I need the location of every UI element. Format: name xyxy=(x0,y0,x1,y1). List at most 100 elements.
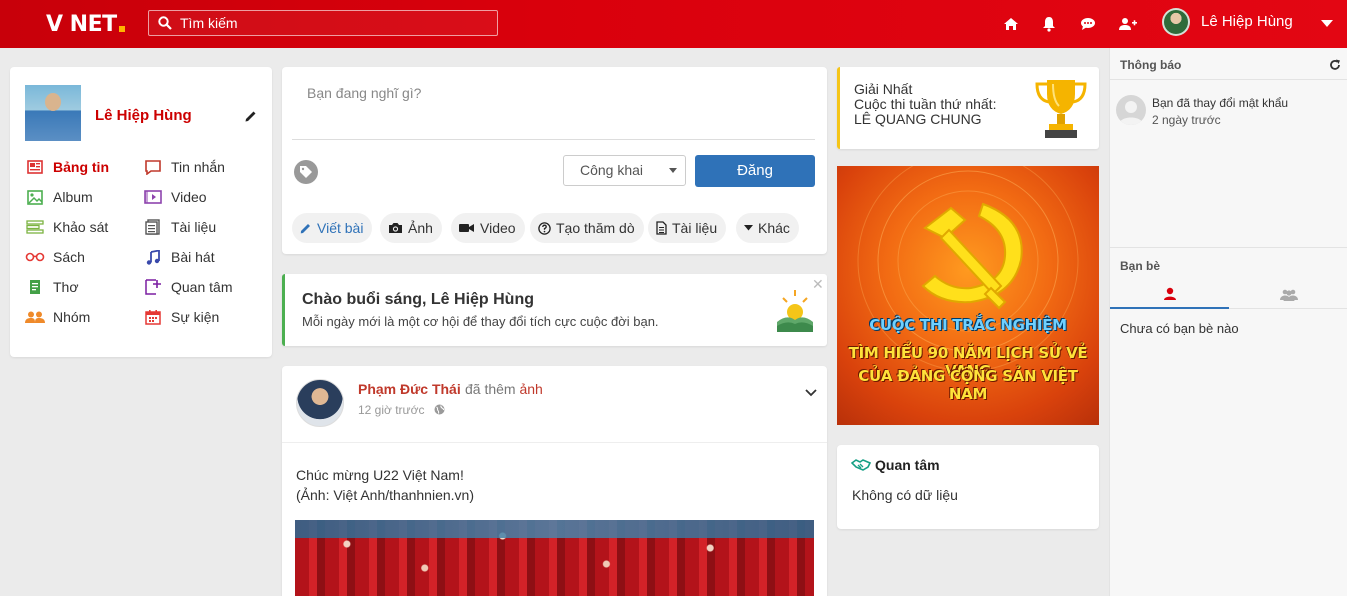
question-icon xyxy=(538,221,551,235)
banner-title-3: CỦA ĐẢNG CỘNG SẢN VIỆT NAM xyxy=(858,367,1078,403)
banner-title-1: CUỘC THI TRẮC NGHIỆM xyxy=(869,316,1067,334)
post-author-name[interactable]: Phạm Đức Thái xyxy=(358,381,461,397)
post-action-object[interactable]: ảnh xyxy=(519,381,542,397)
photo-label: Ảnh xyxy=(408,220,433,236)
caret-down-icon[interactable] xyxy=(1317,14,1337,34)
post-button[interactable]: Đăng xyxy=(695,155,815,187)
menu-poems-label: Thơ xyxy=(53,279,79,295)
tab-groups[interactable] xyxy=(1229,281,1347,309)
post-divider xyxy=(282,442,827,443)
header-user-name[interactable]: Lê Hiệp Hùng xyxy=(1201,13,1293,30)
bell-icon[interactable] xyxy=(1039,14,1059,34)
survey-icon xyxy=(25,218,45,236)
write-article-button[interactable]: Viết bài xyxy=(292,213,373,243)
more-label: Khác xyxy=(758,220,790,236)
photo-button[interactable]: Ảnh xyxy=(380,213,442,243)
file-icon xyxy=(656,221,667,235)
post-action-text: đã thêm ảnh xyxy=(465,381,543,397)
menu-album[interactable]: Album xyxy=(25,188,93,206)
menu-survey-label: Khảo sát xyxy=(53,219,109,235)
logo-text: V NET xyxy=(46,11,117,37)
menu-documents[interactable]: Tài liệu xyxy=(143,218,216,236)
menu-songs-label: Bài hát xyxy=(171,249,215,265)
profile-name[interactable]: Lê Hiệp Hùng xyxy=(95,107,192,124)
menu-video-label: Video xyxy=(171,189,207,205)
notifications-divider xyxy=(1110,79,1347,80)
interest-icon xyxy=(143,278,163,296)
menu-poems[interactable]: Thơ xyxy=(25,278,79,296)
post-time-label: 12 giờ trước xyxy=(358,403,425,417)
create-poll-button[interactable]: Tạo thăm dò xyxy=(530,213,644,243)
award-winner-name[interactable]: LÊ QUANG CHUNG xyxy=(854,112,996,127)
composer-input[interactable]: Bạn đang nghĩ gì? xyxy=(307,85,421,101)
post-composer: Bạn đang nghĩ gì? Công khai Đăng Viết bà… xyxy=(282,67,827,254)
post-card: Phạm Đức Thái đã thêm ảnh 12 giờ trước C… xyxy=(282,366,827,596)
document-button[interactable]: Tài liệu xyxy=(648,213,727,243)
search-input[interactable]: Tìm kiếm xyxy=(180,15,238,31)
hammer-sickle-icon xyxy=(921,202,1023,310)
pencil-icon xyxy=(300,222,312,234)
search-icon xyxy=(158,16,172,30)
quiz-banner[interactable]: CUỘC THI TRẮC NGHIỆM TÌM HIỂU 90 NĂM LỊC… xyxy=(837,166,1099,425)
greeting-card: Chào buổi sáng, Lê Hiệp Hùng Mỗi ngày mớ… xyxy=(282,274,827,346)
post-options-icon[interactable] xyxy=(805,384,817,400)
menu-news-label: Bảng tin xyxy=(53,159,109,175)
add-friend-icon[interactable] xyxy=(1118,14,1138,34)
video-label: Video xyxy=(480,220,516,236)
privacy-select[interactable]: Công khai xyxy=(563,155,686,186)
award-card: Giải Nhất Cuộc thi tuần thứ nhất: LÊ QUA… xyxy=(837,67,1099,149)
globe-icon xyxy=(434,404,445,418)
video-icon xyxy=(143,188,163,206)
site-logo[interactable]: V NET xyxy=(46,9,125,39)
interest-header: Quan tâm xyxy=(851,457,940,473)
award-line-1: Giải Nhất xyxy=(854,81,913,97)
tag-icon[interactable] xyxy=(294,160,318,184)
friends-title: Bạn bè xyxy=(1120,259,1161,273)
notification-time: 2 ngày trước xyxy=(1152,113,1221,127)
user-avatar[interactable] xyxy=(1162,8,1190,36)
menu-songs[interactable]: Bài hát xyxy=(143,248,215,266)
menu-album-label: Album xyxy=(53,189,93,205)
refresh-icon[interactable] xyxy=(1329,58,1341,74)
award-text: Giải Nhất Cuộc thi tuần thứ nhất: LÊ QUA… xyxy=(854,82,996,127)
notification-avatar[interactable] xyxy=(1116,95,1146,125)
menu-messages-label: Tin nhắn xyxy=(171,159,225,175)
menu-groups[interactable]: Nhóm xyxy=(25,308,90,326)
privacy-select-value: Công khai xyxy=(580,162,644,178)
tab-friends[interactable] xyxy=(1110,281,1229,309)
poem-icon xyxy=(25,278,45,296)
greeting-title: Chào buổi sáng, Lê Hiệp Hùng xyxy=(302,291,534,308)
menu-messages[interactable]: Tin nhắn xyxy=(143,158,225,176)
notification-text[interactable]: Bạn đã thay đổi mật khẩu xyxy=(1152,96,1288,110)
video-button[interactable]: Video xyxy=(451,213,525,243)
menu-books[interactable]: Sách xyxy=(25,248,85,266)
post-action-prefix: đã thêm xyxy=(465,381,516,397)
profile-card: Lê Hiệp Hùng Bảng tin Tin nhắn Album Vid… xyxy=(10,67,272,357)
person-icon xyxy=(1163,287,1177,301)
edit-icon[interactable] xyxy=(244,109,258,126)
menu-news[interactable]: Bảng tin xyxy=(25,158,109,176)
handshake-icon xyxy=(851,458,871,472)
home-icon[interactable] xyxy=(1001,14,1021,34)
menu-video[interactable]: Video xyxy=(143,188,207,206)
more-button[interactable]: Khác xyxy=(736,213,799,243)
menu-interest[interactable]: Quan tâm xyxy=(143,278,232,296)
top-navbar: V NET Tìm kiếm Lê Hiệp Hùng xyxy=(0,0,1347,48)
message-icon xyxy=(143,158,163,176)
menu-events[interactable]: Sự kiện xyxy=(143,308,219,326)
post-time: 12 giờ trước xyxy=(358,403,445,418)
chat-icon[interactable] xyxy=(1078,14,1098,34)
people-icon xyxy=(1279,289,1298,301)
composer-divider xyxy=(292,139,815,140)
music-icon xyxy=(143,248,163,266)
menu-survey[interactable]: Khảo sát xyxy=(25,218,108,236)
post-text-line-1: Chúc mừng U22 Việt Nam! xyxy=(296,467,464,483)
profile-avatar[interactable] xyxy=(25,85,81,141)
camera-icon xyxy=(388,222,403,234)
news-icon xyxy=(25,158,45,176)
post-author-avatar[interactable] xyxy=(296,379,344,427)
search-box[interactable]: Tìm kiếm xyxy=(148,10,498,36)
greeting-subtitle: Mỗi ngày mới là một cơ hội để thay đổi t… xyxy=(302,314,659,329)
post-photo[interactable] xyxy=(295,520,814,596)
post-text-line-2: (Ảnh: Việt Anh/thanhnien.vn) xyxy=(296,487,474,503)
